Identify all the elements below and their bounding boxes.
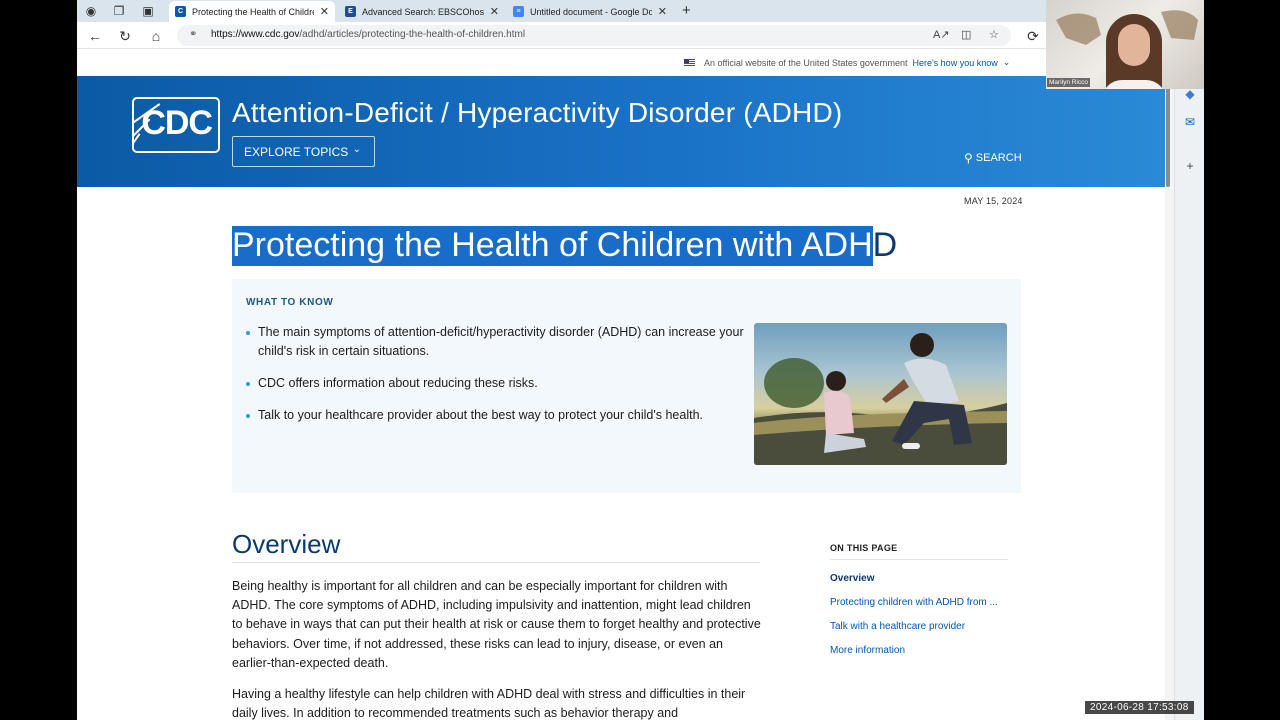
otp-link-protecting[interactable]: Protecting children with ADHD from ...	[830, 597, 1008, 608]
site-title[interactable]: Attention-Deficit / Hyperactivity Disord…	[232, 97, 842, 129]
chevron-down-icon[interactable]: ⌄	[1003, 57, 1011, 68]
tab-google-doc[interactable]: ≡ Untitled document - Google Doc ✕	[507, 1, 673, 22]
list-item: Talk to your healthcare provider about t…	[246, 406, 746, 425]
read-aloud-icon[interactable]: A↗	[933, 28, 950, 41]
otp-link-more-info[interactable]: More information	[830, 645, 1008, 656]
profile-icon[interactable]: ◉	[83, 3, 99, 19]
ebsco-favicon-icon: E	[345, 6, 356, 17]
tab-bar: ◉ ❐ ▣ C Protecting the Health of Childre…	[77, 0, 1204, 22]
search-button[interactable]: ⚲ SEARCH	[964, 151, 1022, 165]
outlook-icon[interactable]: ✉	[1182, 114, 1198, 130]
presenter-avatar	[1102, 10, 1166, 89]
search-label: SEARCH	[975, 152, 1022, 164]
refresh-icon[interactable]: ↻	[115, 26, 135, 46]
extensions-icon[interactable]: ⟳	[1023, 26, 1043, 46]
page-scrollbar[interactable]	[1165, 49, 1174, 720]
add-sidebar-app-icon[interactable]: +	[1182, 158, 1198, 174]
site-header: CDC Attention-Deficit / Hyperactivity Di…	[77, 76, 1165, 187]
recording-timestamp: 2024-06-28 17:53:08	[1085, 701, 1194, 714]
gov-banner-link[interactable]: Here's how you know	[912, 58, 997, 68]
split-screen-icon[interactable]: ◫	[961, 28, 971, 41]
gov-banner-text: An official website of the United States…	[704, 57, 908, 68]
list-item: The main symptoms of attention-deficit/h…	[246, 323, 746, 361]
favorite-star-icon[interactable]: ☆	[989, 28, 999, 41]
tab-label: Advanced Search: EBSCOhost	[362, 6, 484, 17]
publish-date: MAY 15, 2024	[964, 196, 1023, 206]
divider	[232, 562, 760, 563]
close-tab-icon[interactable]: ✕	[658, 5, 667, 18]
what-to-know-list: The main symptoms of attention-deficit/h…	[246, 323, 746, 438]
otp-link-talk[interactable]: Talk with a healthcare provider	[830, 621, 1008, 632]
on-this-page-nav: ON THIS PAGE Overview Protecting childre…	[830, 543, 1008, 656]
close-tab-icon[interactable]: ✕	[320, 5, 329, 18]
tab-ebsco[interactable]: E Advanced Search: EBSCOhost ✕	[339, 1, 505, 22]
on-this-page-heading: ON THIS PAGE	[830, 543, 1008, 560]
overview-heading: Overview	[232, 529, 341, 559]
close-tab-icon[interactable]: ✕	[490, 5, 499, 18]
url-text: https://www.cdc.gov/adhd/articles/protec…	[211, 29, 526, 40]
lock-icon: ⚭	[189, 29, 198, 40]
explore-topics-label: EXPLORE TOPICS	[244, 144, 349, 159]
page-viewport: An official website of the United States…	[77, 49, 1165, 720]
address-bar: ← ↻ ⌂ ⚭ https://www.cdc.gov/adhd/article…	[77, 22, 1204, 49]
webcam-overlay: Marilyn Ricco	[1046, 0, 1204, 89]
tab-label: Protecting the Health of Children	[192, 6, 314, 17]
home-icon[interactable]: ⌂	[146, 26, 166, 46]
tab-actions-icon[interactable]: ▣	[140, 3, 156, 19]
search-icon: ⚲	[964, 151, 973, 165]
cdc-favicon-icon: C	[175, 6, 186, 17]
overview-paragraph: Having a healthy lifestyle can help chil…	[232, 687, 746, 720]
title-remainder: D	[872, 226, 898, 264]
tab-cdc[interactable]: C Protecting the Health of Children ✕	[169, 1, 335, 22]
url-input[interactable]: ⚭ https://www.cdc.gov/adhd/articles/prot…	[177, 25, 1011, 46]
father-child-photo	[754, 323, 1007, 465]
tab-label: Untitled document - Google Doc	[530, 6, 652, 17]
browser-sidebar: ◆ ✉ +	[1174, 22, 1204, 720]
otp-link-overview[interactable]: Overview	[830, 573, 1008, 584]
presenter-name: Marilyn Ricco	[1047, 78, 1091, 87]
selected-title-text: Protecting the Health of Children with A…	[232, 226, 873, 266]
back-icon[interactable]: ←	[85, 26, 105, 46]
browser-window: ◉ ❐ ▣ C Protecting the Health of Childre…	[77, 0, 1204, 720]
overview-paragraph: Being healthy is important for all child…	[232, 579, 761, 670]
scrollbar-thumb[interactable]	[1166, 87, 1170, 187]
list-item: CDC offers information about reducing th…	[246, 374, 746, 393]
screen: ◉ ❐ ▣ C Protecting the Health of Childre…	[0, 0, 1280, 720]
chevron-down-icon: ⌄	[352, 144, 361, 155]
new-tab-icon[interactable]: +	[682, 2, 691, 19]
workspaces-icon[interactable]: ❐	[111, 3, 127, 19]
what-to-know-heading: WHAT TO KNOW	[246, 297, 334, 308]
us-flag-icon	[684, 59, 695, 66]
cdc-logo[interactable]: CDC	[132, 97, 220, 153]
gov-banner: An official website of the United States…	[77, 49, 1165, 76]
what-to-know-box: WHAT TO KNOW The main symptoms of attent…	[232, 279, 1021, 493]
docs-favicon-icon: ≡	[513, 6, 524, 17]
explore-topics-button[interactable]: EXPLORE TOPICS ⌄	[232, 136, 375, 167]
page-title: Protecting the Health of Children with A…	[232, 226, 898, 266]
